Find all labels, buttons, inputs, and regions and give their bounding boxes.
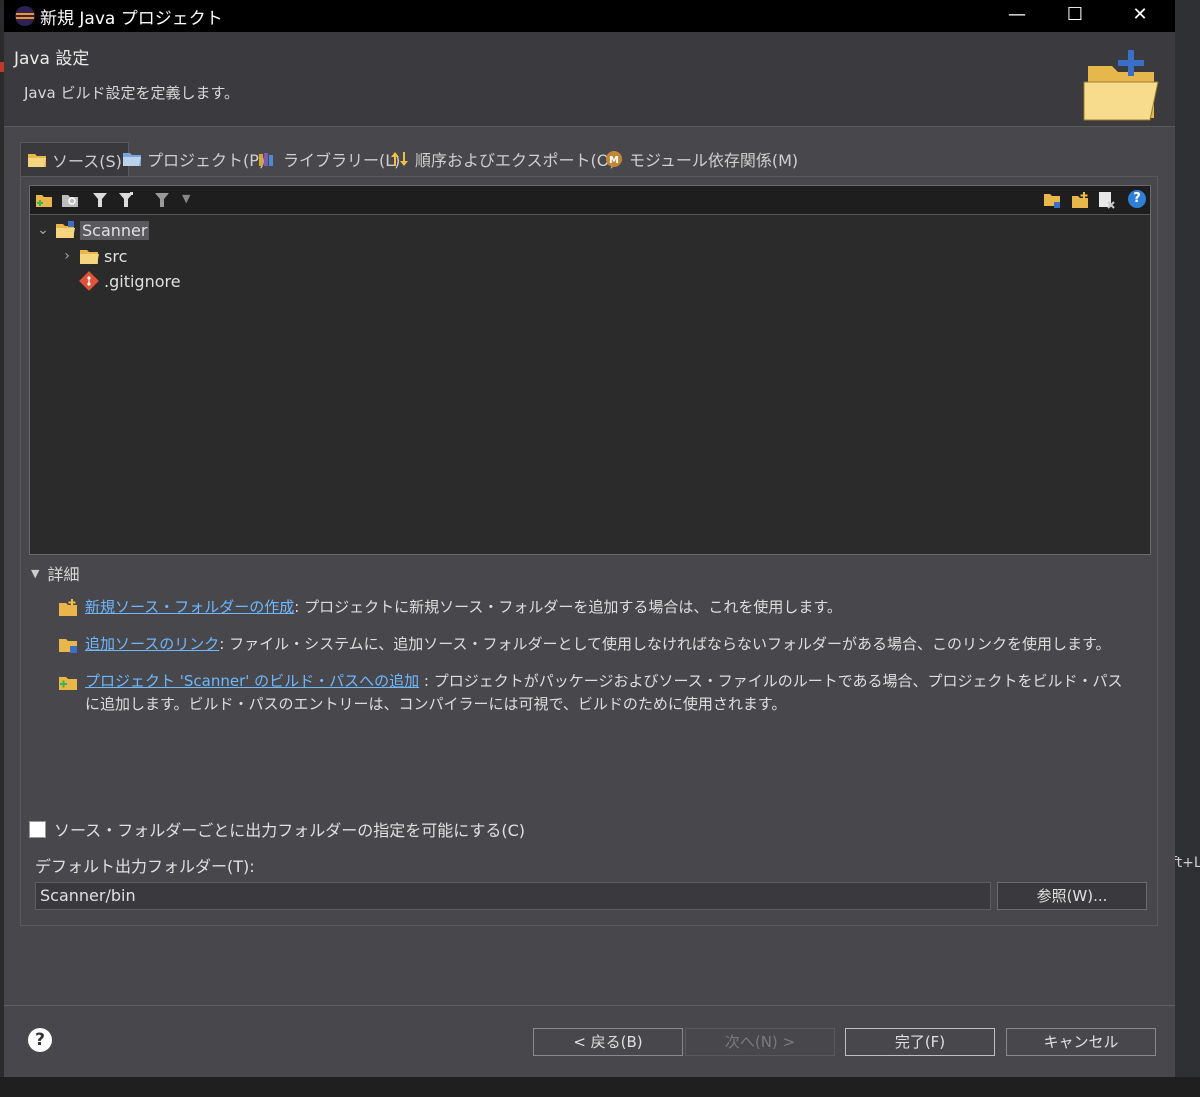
tree-toolbar: ▼ ? xyxy=(30,186,1150,215)
default-output-label: デフォルト出力フォルダー(T): xyxy=(35,857,255,876)
per-folder-output-label: ソース・フォルダーごとに出力フォルダーの指定を可能にする(C) xyxy=(54,821,526,840)
source-folder-icon xyxy=(28,154,46,167)
source-tree[interactable]: ▼ ? ⌄ Scanner › src .gitignore xyxy=(29,185,1151,555)
wizard-header: Java 設定 Java ビルド設定を定義します。 xyxy=(4,32,1175,127)
link-additional-source-text: : ファイル・システムに、追加ソース・フォルダーとして使用しなければならないフォ… xyxy=(219,635,1111,653)
tab-libraries-label: ライブラリー(L) xyxy=(283,151,401,170)
new-source-folder-icon[interactable] xyxy=(1070,190,1090,210)
filter-edit-icon[interactable] xyxy=(116,190,136,210)
back-button[interactable]: < 戻る(B) xyxy=(533,1028,683,1056)
per-folder-output-checkbox[interactable] xyxy=(29,820,46,838)
expand-arrow-icon: ▼ xyxy=(31,566,40,580)
detail-add-to-build-path: プロジェクト 'Scanner' のビルド・パスへの追加 : プロジェクトがパッ… xyxy=(57,670,1137,716)
details-toggle[interactable]: ▼ 詳細 xyxy=(31,561,79,585)
new-source-folder-icon xyxy=(59,599,77,616)
page-title: Java 設定 xyxy=(14,49,90,69)
cancel-button[interactable]: キャンセル xyxy=(1006,1028,1156,1056)
next-button[interactable]: 次へ(N) > xyxy=(685,1028,835,1056)
add-project-icon xyxy=(59,677,77,690)
tab-projects[interactable]: プロジェクト(P) xyxy=(122,142,265,176)
browse-button[interactable]: 参照(W)... xyxy=(997,882,1147,910)
new-java-project-dialog: 新規 Java プロジェクト — ☐ ✕ Java 設定 Java ビルド設定を… xyxy=(4,0,1175,1077)
link-folder-icon[interactable] xyxy=(60,190,80,210)
tree-item-src-label: src xyxy=(104,246,128,266)
filter-icon[interactable] xyxy=(90,190,110,210)
link-source-icon[interactable] xyxy=(1042,190,1062,210)
help-button[interactable]: ? xyxy=(28,1028,52,1052)
window-title: 新規 Java プロジェクト xyxy=(40,9,223,29)
tab-bar: ソース(S) プロジェクト(P) ライブラリー(L) 順序およびエクスポート(O… xyxy=(20,142,1156,177)
tab-order-export[interactable]: 順序およびエクスポート(O) xyxy=(390,142,616,176)
add-folder-icon[interactable] xyxy=(34,190,54,210)
link-source-icon xyxy=(59,639,77,653)
minimize-button[interactable]: — xyxy=(994,0,1040,32)
project-icon xyxy=(123,153,141,166)
module-icon: M xyxy=(606,151,622,167)
background-shortcut-text: ft+L xyxy=(1172,855,1200,871)
new-project-folder-icon xyxy=(1083,50,1159,121)
details-label: 詳細 xyxy=(47,565,80,584)
footer-separator xyxy=(4,1005,1175,1006)
close-button[interactable]: ✕ xyxy=(1117,0,1163,32)
source-folder-icon xyxy=(80,250,99,264)
library-icon xyxy=(259,153,273,166)
tree-item-src[interactable]: › src xyxy=(60,244,127,268)
detail-create-folder: 新規ソース・フォルダーの作成: プロジェクトに新規ソース・フォルダーを追加する場… xyxy=(57,596,1137,619)
tab-projects-label: プロジェクト(P) xyxy=(147,151,266,170)
tree-item-scanner[interactable]: ⌄ Scanner xyxy=(36,218,150,242)
finish-button[interactable]: 完了(F) xyxy=(845,1028,995,1056)
chevron-right-icon[interactable]: › xyxy=(60,248,74,264)
svg-text:M: M xyxy=(609,155,619,166)
detail-link-source: 追加ソースのリンク: ファイル・システムに、追加ソース・フォルダーとして使用しな… xyxy=(57,633,1137,656)
tab-source[interactable]: ソース(S) xyxy=(20,142,129,177)
create-source-folder-link[interactable]: 新規ソース・フォルダーの作成 xyxy=(85,598,294,616)
toolbar-dropdown-icon[interactable]: ▼ xyxy=(182,192,190,205)
tab-source-label: ソース(S) xyxy=(52,152,122,171)
title-bar[interactable]: 新規 Java プロジェクト — ☐ ✕ xyxy=(4,0,1175,32)
link-additional-source-link[interactable]: 追加ソースのリンク xyxy=(85,635,219,653)
order-export-icon xyxy=(391,152,408,166)
remove-filter-icon[interactable] xyxy=(152,190,172,210)
source-tab-panel: ▼ ? ⌄ Scanner › src .gitignore ▼ 詳細 新規ソー… xyxy=(20,176,1158,926)
help-icon[interactable]: ? xyxy=(1128,190,1146,208)
tree-item-scanner-label: Scanner xyxy=(80,220,150,240)
maximize-button[interactable]: ☐ xyxy=(1052,0,1098,32)
tree-item-gitignore-label: .gitignore xyxy=(104,271,181,291)
git-file-icon xyxy=(79,271,99,291)
project-folder-icon xyxy=(56,221,75,238)
chevron-down-icon[interactable]: ⌄ xyxy=(36,222,50,238)
tab-order-export-label: 順序およびエクスポート(O) xyxy=(415,151,616,170)
default-output-field[interactable]: Scanner/bin xyxy=(35,882,991,910)
tree-item-gitignore[interactable]: .gitignore xyxy=(78,269,181,293)
per-folder-output-option[interactable]: ソース・フォルダーごとに出力フォルダーの指定を可能にする(C) xyxy=(29,817,525,841)
background-ide-bottom xyxy=(0,1077,1200,1097)
background-ide-strip xyxy=(1175,0,1200,1097)
add-to-build-path-link[interactable]: プロジェクト 'Scanner' のビルド・パスへの追加 xyxy=(85,672,419,690)
tab-libraries[interactable]: ライブラリー(L) xyxy=(258,142,400,176)
page-description: Java ビルド設定を定義します。 xyxy=(24,84,239,102)
remove-entry-icon[interactable] xyxy=(1096,190,1116,210)
eclipse-icon xyxy=(15,6,35,26)
create-source-folder-text: : プロジェクトに新規ソース・フォルダーを追加する場合は、これを使用します。 xyxy=(294,598,842,616)
tab-module-dependencies[interactable]: M モジュール依存関係(M) xyxy=(604,142,798,176)
tab-module-dependencies-label: モジュール依存関係(M) xyxy=(629,151,799,170)
